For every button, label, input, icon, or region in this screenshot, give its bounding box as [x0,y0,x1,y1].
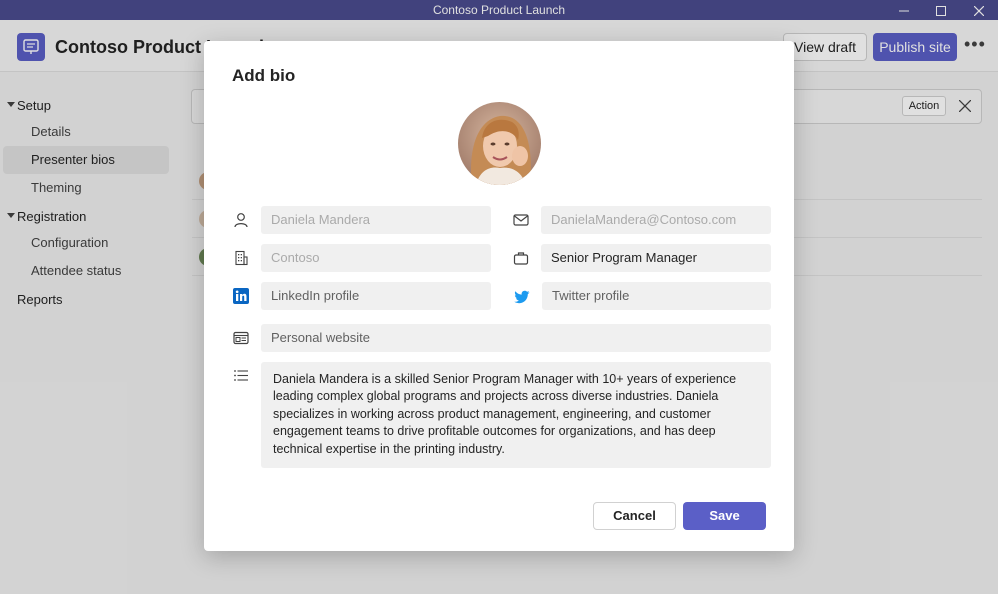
twitter-field[interactable]: Twitter profile [542,282,771,310]
twitter-icon [514,290,530,304]
name-field[interactable]: Daniela Mandera [261,206,491,234]
add-bio-dialog: Add bio Daniela Mandera DanielaMandera@C… [204,41,794,551]
cancel-button[interactable]: Cancel [593,502,676,530]
website-icon [233,331,249,345]
company-field[interactable]: Contoso [261,244,491,272]
briefcase-icon [513,252,529,265]
text-list-icon [234,370,248,381]
linkedin-icon [233,288,249,304]
profile-photo-image [458,102,541,185]
presenter-photo[interactable] [458,102,541,185]
mail-icon [513,214,529,226]
bio-textarea[interactable]: Daniela Mandera is a skilled Senior Prog… [261,362,771,468]
website-field[interactable]: Personal website [261,324,771,352]
job-title-field[interactable]: Senior Program Manager [541,244,771,272]
save-button[interactable]: Save [683,502,766,530]
building-icon [235,250,248,266]
linkedin-field[interactable]: LinkedIn profile [261,282,491,310]
dialog-title: Add bio [232,66,296,85]
person-icon [234,213,248,228]
email-field[interactable]: DanielaMandera@Contoso.com [541,206,771,234]
